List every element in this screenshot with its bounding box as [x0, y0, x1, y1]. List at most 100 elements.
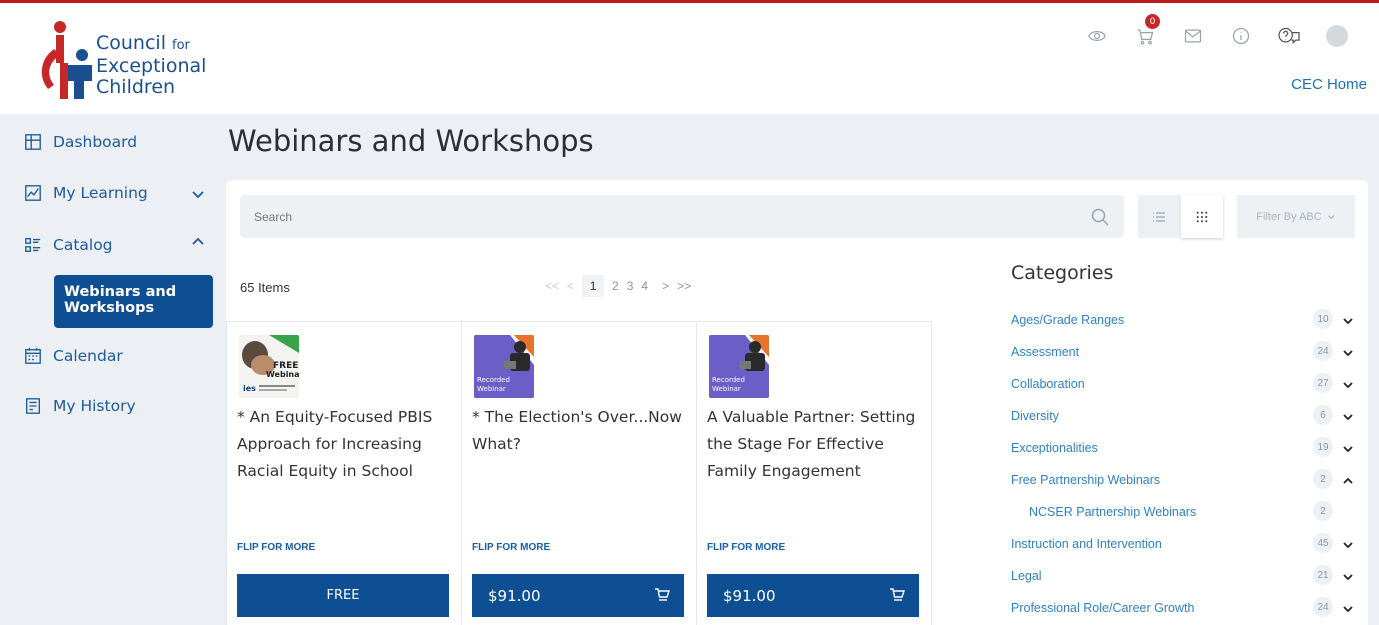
- category-item[interactable]: Ages/Grade Ranges 10: [1011, 309, 1356, 333]
- mail-icon[interactable]: [1169, 19, 1217, 53]
- pager-page-1[interactable]: 1: [582, 275, 605, 297]
- chevron-up-icon[interactable]: [190, 234, 206, 250]
- chevron-down-icon[interactable]: [1342, 539, 1354, 551]
- category-label[interactable]: Exceptionalities: [1011, 441, 1098, 455]
- category-item[interactable]: Instruction and Intervention 45: [1011, 533, 1356, 557]
- chevron-down-icon[interactable]: [1342, 603, 1354, 615]
- category-item[interactable]: Diversity 6: [1011, 405, 1356, 429]
- category-count-badge: 21: [1313, 565, 1333, 585]
- course-card[interactable]: FREE Webinar ies * An Equity-Focused PBI…: [226, 321, 462, 625]
- cart-icon[interactable]: 0: [1121, 14, 1169, 53]
- course-title[interactable]: A Valuable Partner: Setting the Stage Fo…: [707, 404, 925, 485]
- flip-for-more-link[interactable]: FLIP FOR MORE: [472, 542, 550, 553]
- pager-prev-button[interactable]: <: [567, 279, 574, 293]
- user-avatar[interactable]: [1313, 19, 1361, 53]
- thumb-text-recorded: Recorded: [712, 376, 745, 384]
- logo-line2: Exceptional: [96, 55, 207, 77]
- chevron-down-icon[interactable]: [1342, 443, 1354, 455]
- course-card[interactable]: Recorded Webinar * The Election's Over..…: [461, 321, 697, 625]
- eye-icon[interactable]: [1073, 19, 1121, 53]
- sidebar-item-label: Dashboard: [53, 133, 138, 151]
- category-item[interactable]: Collaboration 27: [1011, 373, 1356, 397]
- category-item[interactable]: Legal 21: [1011, 565, 1356, 589]
- list-view-icon: [1153, 211, 1165, 222]
- chevron-down-icon[interactable]: [1342, 411, 1354, 423]
- category-label[interactable]: Instruction and Intervention: [1011, 537, 1162, 551]
- category-label[interactable]: Legal: [1011, 569, 1042, 583]
- chevron-down-icon[interactable]: [1342, 315, 1354, 327]
- category-label[interactable]: Free Partnership Webinars: [1011, 473, 1160, 487]
- free-webinar-thumbnail-icon: FREE Webinar ies: [242, 335, 299, 393]
- chevron-up-icon[interactable]: [1342, 475, 1354, 487]
- flip-for-more-link[interactable]: FLIP FOR MORE: [707, 542, 785, 553]
- cart-count-badge: 0: [1145, 14, 1160, 29]
- category-label[interactable]: Collaboration: [1011, 377, 1085, 391]
- category-count-badge: 10: [1313, 309, 1333, 329]
- course-thumbnail: Recorded Webinar: [474, 335, 534, 398]
- category-count-badge: 24: [1313, 597, 1333, 617]
- sidebar-subitem-webinars[interactable]: Webinars and Workshops: [54, 275, 213, 328]
- category-label[interactable]: NCSER Partnership Webinars: [1029, 505, 1196, 519]
- category-label[interactable]: Diversity: [1011, 409, 1059, 423]
- thumb-text-ies: ies: [243, 384, 256, 393]
- top-bar: Council for Exceptional Children 0 CEC H…: [0, 0, 1379, 114]
- cec-logo[interactable]: Council for Exceptional Children: [32, 19, 232, 103]
- thumb-text-webinar: Webinar: [477, 385, 506, 393]
- category-count-badge: 2: [1313, 501, 1333, 521]
- category-label[interactable]: Professional Role/Career Growth: [1011, 601, 1194, 615]
- category-label[interactable]: Ages/Grade Ranges: [1011, 313, 1124, 327]
- pager-page-4[interactable]: 4: [641, 279, 648, 293]
- category-label[interactable]: Assessment: [1011, 345, 1079, 359]
- price-button[interactable]: FREE: [237, 574, 449, 617]
- help-icon[interactable]: [1265, 19, 1313, 53]
- cart-icon: [655, 588, 670, 601]
- chevron-down-icon: [1328, 215, 1335, 220]
- logo-line1: Council: [96, 32, 166, 54]
- chevron-down-icon[interactable]: [1342, 379, 1354, 391]
- course-title[interactable]: * The Election's Over...Now What?: [472, 404, 690, 458]
- sidebar: Dashboard My Learning Catalog Webinars a…: [0, 114, 226, 625]
- price-label: $91.00: [488, 586, 541, 605]
- category-item[interactable]: Exceptionalities 19: [1011, 437, 1356, 461]
- category-count-badge: 45: [1313, 533, 1333, 553]
- pager-last-button[interactable]: >>: [677, 279, 691, 293]
- grid-view-button[interactable]: [1181, 195, 1223, 238]
- price-button[interactable]: $91.00: [707, 574, 919, 617]
- search-icon[interactable]: [1090, 207, 1110, 227]
- category-item[interactable]: Free Partnership Webinars 2: [1011, 469, 1356, 493]
- cec-home-link[interactable]: CEC Home: [1291, 76, 1367, 93]
- chevron-down-icon[interactable]: [190, 186, 206, 202]
- list-view-button[interactable]: [1138, 195, 1180, 238]
- avatar: [1326, 25, 1348, 47]
- recorded-webinar-thumbnail-icon: Recorded Webinar: [474, 335, 534, 398]
- sidebar-item-dashboard[interactable]: Dashboard: [24, 127, 137, 157]
- thumb-text-webinar: Webinar: [266, 370, 299, 379]
- sidebar-item-calendar[interactable]: Calendar: [24, 341, 123, 371]
- sidebar-item-my-history[interactable]: My History: [24, 391, 136, 421]
- sidebar-item-my-learning[interactable]: My Learning: [24, 178, 148, 208]
- flip-for-more-link[interactable]: FLIP FOR MORE: [237, 542, 315, 553]
- course-card[interactable]: Recorded Webinar A Valuable Partner: Set…: [696, 321, 932, 625]
- category-item[interactable]: Assessment 24: [1011, 341, 1356, 365]
- filter-dropdown[interactable]: Filter By ABC: [1237, 195, 1355, 238]
- category-item[interactable]: Professional Role/Career Growth 24: [1011, 597, 1356, 621]
- pager-page-3[interactable]: 3: [627, 279, 634, 293]
- course-title[interactable]: * An Equity-Focused PBIS Approach for In…: [237, 404, 455, 485]
- search-input[interactable]: [240, 195, 1080, 238]
- pager-page-2[interactable]: 2: [612, 279, 619, 293]
- filter-label: Filter By ABC: [1256, 210, 1322, 223]
- thumb-text-webinar: Webinar: [712, 385, 741, 393]
- chevron-down-icon[interactable]: [1342, 347, 1354, 359]
- history-icon: [26, 398, 40, 414]
- category-count-badge: 24: [1313, 341, 1333, 361]
- sidebar-item-catalog[interactable]: Catalog: [24, 230, 113, 260]
- category-item[interactable]: NCSER Partnership Webinars 2: [1011, 501, 1356, 525]
- price-button[interactable]: $91.00: [472, 574, 684, 617]
- logo-text: Council for Exceptional Children: [96, 33, 206, 98]
- pager-first-button[interactable]: <<: [545, 279, 559, 293]
- chevron-down-icon[interactable]: [1342, 571, 1354, 583]
- pager-next-button[interactable]: >: [662, 279, 669, 293]
- categories-title: Categories: [1011, 262, 1114, 284]
- items-count: 65 Items: [240, 280, 290, 295]
- info-icon[interactable]: [1217, 19, 1265, 53]
